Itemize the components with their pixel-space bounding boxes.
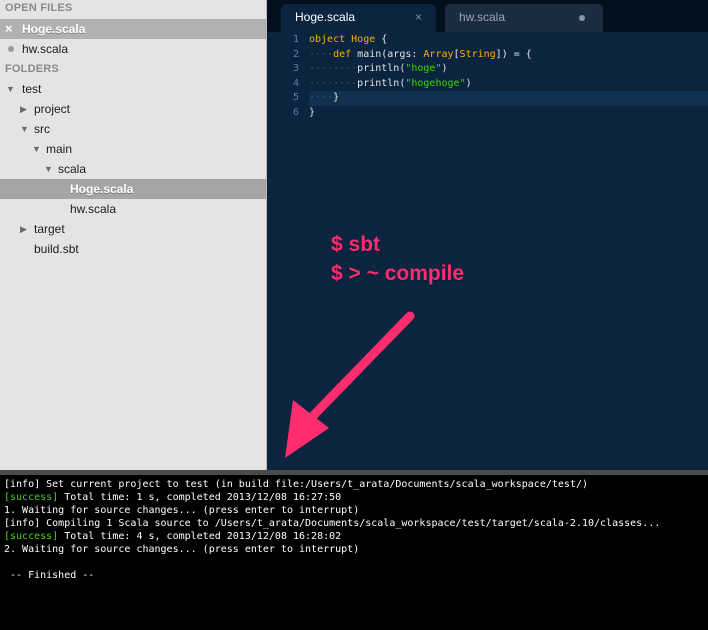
console-line: 2. Waiting for source changes... (press … xyxy=(0,543,708,556)
tree-item-scala[interactable]: ▼ scala xyxy=(0,159,266,179)
tree-item-label: test xyxy=(22,82,42,96)
triangle-down-icon[interactable]: ▼ xyxy=(44,159,53,179)
console-line-text: 2. Waiting for source changes... (press … xyxy=(4,544,360,555)
tree-item-label: hw.scala xyxy=(70,202,117,216)
open-file-label: Hoge.scala xyxy=(22,22,86,36)
sidebar: OPEN FILES × Hoge.scala hw.scala FOLDERS… xyxy=(0,0,267,470)
console-line: 1. Waiting for source changes... (press … xyxy=(0,504,708,517)
console-line-prefix: [success] xyxy=(4,531,59,542)
open-files-header: OPEN FILES xyxy=(5,2,73,14)
console-line-text: Total time: 1 s, completed 2013/12/08 16… xyxy=(58,492,342,503)
build-console[interactable]: [info] Set current project to test (in b… xyxy=(0,470,708,630)
tree-item-src[interactable]: ▼ src xyxy=(0,119,266,139)
tree-item-project[interactable]: ▶ project xyxy=(0,99,266,119)
tree-item-label: main xyxy=(46,142,73,156)
folders-header: FOLDERS xyxy=(5,63,59,75)
console-line: [info] Compiling 1 Scala source to /User… xyxy=(0,517,708,530)
console-line-text: 1. Waiting for source changes... (press … xyxy=(4,505,360,516)
console-line: [info] Set current project to test (in b… xyxy=(0,478,708,491)
tree-item-build-sbt[interactable]: build.sbt xyxy=(0,239,266,259)
tree-item-label: project xyxy=(34,102,71,116)
tree-item-label: src xyxy=(34,122,50,136)
console-line-prefix: [info] xyxy=(4,479,41,490)
tree-item-target[interactable]: ▶ target xyxy=(0,219,266,239)
modified-dot-icon xyxy=(8,46,14,52)
console-line-text: Set current project to test (in build fi… xyxy=(40,479,588,490)
open-file-label: hw.scala xyxy=(22,42,69,56)
triangle-down-icon[interactable]: ▼ xyxy=(32,139,41,159)
open-file-hw-scala[interactable]: hw.scala xyxy=(0,39,266,59)
tree-item-label: Hoge.scala xyxy=(70,182,134,196)
console-line: [success] Total time: 4 s, completed 201… xyxy=(0,530,708,543)
console-line-text: -- Finished -- xyxy=(4,570,95,581)
console-line: [success] Total time: 1 s, completed 201… xyxy=(0,491,708,504)
tree-item-test[interactable]: ▼ test xyxy=(0,79,266,99)
tree-item-label: target xyxy=(34,222,65,236)
tree-item-hw-scala[interactable]: hw.scala xyxy=(0,199,266,219)
triangle-down-icon[interactable]: ▼ xyxy=(6,79,15,99)
console-line-text: Total time: 4 s, completed 2013/12/08 16… xyxy=(58,531,342,542)
console-line-text: Compiling 1 Scala source to /Users/t_ara… xyxy=(40,518,661,529)
console-line-prefix: [info] xyxy=(4,518,41,529)
close-icon[interactable]: × xyxy=(5,19,13,39)
editor-pane[interactable]: Hoge.scala × hw.scala 123456 object Hoge… xyxy=(267,0,708,470)
tree-item-hoge-scala[interactable]: Hoge.scala xyxy=(0,179,266,199)
tree-item-label: build.sbt xyxy=(34,242,79,256)
open-file-hoge-scala[interactable]: × Hoge.scala xyxy=(0,19,266,39)
arrow-icon xyxy=(285,311,415,458)
console-line: -- Finished -- xyxy=(0,569,708,582)
triangle-down-icon[interactable]: ▼ xyxy=(20,119,29,139)
triangle-right-icon[interactable]: ▶ xyxy=(20,99,27,119)
triangle-right-icon[interactable]: ▶ xyxy=(20,219,27,239)
tree-item-main[interactable]: ▼ main xyxy=(0,139,266,159)
console-line-prefix: [success] xyxy=(4,492,59,503)
tree-item-label: scala xyxy=(58,162,87,176)
